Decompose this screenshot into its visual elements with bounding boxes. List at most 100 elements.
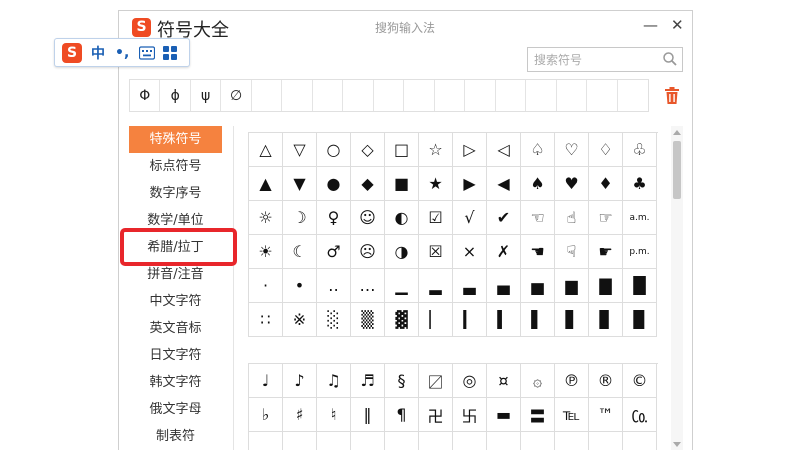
symbol-cell[interactable]: ∷: [249, 303, 283, 337]
category-item[interactable]: 特殊符号: [129, 126, 222, 153]
symbol-cell[interactable]: √: [453, 201, 487, 235]
minimize-button[interactable]: —: [643, 16, 658, 34]
symbol-cell[interactable]: ¶: [385, 398, 419, 432]
symbol-cell[interactable]: ◁: [487, 133, 521, 167]
symbol-cell[interactable]: ☺: [351, 201, 385, 235]
symbol-cell[interactable]: ☜: [521, 201, 555, 235]
symbol-cell[interactable]: ¤: [487, 364, 521, 398]
symbol-cell[interactable]: ▍: [487, 303, 521, 337]
symbol-cell[interactable]: ▌: [521, 303, 555, 337]
ime-punctuation-toggle[interactable]: •,: [115, 45, 129, 61]
recent-symbol-cell[interactable]: [252, 80, 283, 111]
recent-symbol-cell[interactable]: [435, 80, 466, 111]
symbol-cell[interactable]: ♪: [283, 364, 317, 398]
symbol-cell[interactable]: [385, 432, 419, 450]
symbol-cell[interactable]: △: [249, 133, 283, 167]
symbol-cell[interactable]: ♤: [521, 133, 555, 167]
symbol-cell[interactable]: ♣: [623, 167, 657, 201]
symbol-cell[interactable]: ※: [283, 303, 317, 337]
symbol-cell[interactable]: ★: [419, 167, 453, 201]
symbol-cell[interactable]: ◀: [487, 167, 521, 201]
symbol-cell[interactable]: ☼: [249, 201, 283, 235]
grid-icon[interactable]: [163, 45, 178, 60]
symbol-cell[interactable]: ♥: [555, 167, 589, 201]
symbol-cell[interactable]: ▶: [453, 167, 487, 201]
symbol-cell[interactable]: [487, 432, 521, 450]
recent-symbol-cell[interactable]: [587, 80, 618, 111]
symbol-cell[interactable]: [351, 432, 385, 450]
symbol-cell[interactable]: ♫: [317, 364, 351, 398]
symbol-cell[interactable]: ☚: [521, 235, 555, 269]
category-item[interactable]: 制表符: [129, 423, 222, 450]
symbol-cell[interactable]: ▄: [487, 269, 521, 303]
symbol-cell[interactable]: ■: [385, 167, 419, 201]
trash-icon[interactable]: [664, 87, 680, 105]
symbol-cell[interactable]: ░: [317, 303, 351, 337]
symbol-cell[interactable]: ☛: [589, 235, 623, 269]
symbol-cell[interactable]: ☞: [589, 201, 623, 235]
symbol-cell[interactable]: ©: [623, 364, 657, 398]
symbol-cell[interactable]: ♀: [317, 201, 351, 235]
symbol-cell[interactable]: ♮: [317, 398, 351, 432]
symbol-cell[interactable]: ▎: [453, 303, 487, 337]
symbol-cell[interactable]: [453, 432, 487, 450]
symbol-cell[interactable]: ☟: [555, 235, 589, 269]
recent-symbol-cell[interactable]: [557, 80, 588, 111]
symbol-cell[interactable]: ☹: [351, 235, 385, 269]
symbol-cell[interactable]: 〓: [521, 398, 555, 432]
symbol-cell[interactable]: ▲: [249, 167, 283, 201]
symbol-cell[interactable]: ♯: [283, 398, 317, 432]
symbol-cell[interactable]: ▋: [555, 303, 589, 337]
symbol-cell[interactable]: [589, 432, 623, 450]
symbol-cell[interactable]: ▷: [453, 133, 487, 167]
scroll-thumb[interactable]: [673, 141, 681, 199]
symbol-cell[interactable]: ◑: [385, 235, 419, 269]
recent-symbol-cell[interactable]: [404, 80, 435, 111]
symbol-cell[interactable]: [521, 432, 555, 450]
symbol-cell[interactable]: [419, 432, 453, 450]
symbol-cell[interactable]: ℗: [555, 364, 589, 398]
symbol-cell[interactable]: ▼: [283, 167, 317, 201]
symbol-cell[interactable]: ♧: [623, 133, 657, 167]
symbol-cell[interactable]: ▏: [419, 303, 453, 337]
symbol-cell[interactable]: ℡: [555, 398, 589, 432]
symbol-cell[interactable]: ♩: [249, 364, 283, 398]
symbol-cell[interactable]: §: [385, 364, 419, 398]
ime-language-toggle[interactable]: 中: [91, 43, 105, 63]
symbol-cell[interactable]: ☝: [555, 201, 589, 235]
symbol-cell[interactable]: [283, 432, 317, 450]
symbol-cell[interactable]: ▅: [521, 269, 555, 303]
symbol-cell[interactable]: ×: [453, 235, 487, 269]
recent-symbol-cell[interactable]: [526, 80, 557, 111]
symbol-cell[interactable]: ♡: [555, 133, 589, 167]
symbol-cell[interactable]: ☆: [419, 133, 453, 167]
symbol-cell[interactable]: ▇: [589, 269, 623, 303]
symbol-cell[interactable]: ®: [589, 364, 623, 398]
symbol-cell[interactable]: ۞: [521, 364, 555, 398]
symbol-cell[interactable]: ▊: [589, 303, 623, 337]
recent-symbol-cell[interactable]: Φ: [130, 80, 161, 111]
symbol-cell[interactable]: ◎: [453, 364, 487, 398]
category-item[interactable]: 中文字符: [129, 288, 222, 315]
symbol-cell[interactable]: ▓: [385, 303, 419, 337]
symbol-cell[interactable]: ·: [249, 269, 283, 303]
symbol-cell[interactable]: ✗: [487, 235, 521, 269]
symbol-cell[interactable]: ♢: [589, 133, 623, 167]
category-item[interactable]: 标点符号: [129, 153, 222, 180]
symbol-cell[interactable]: 〼: [419, 364, 453, 398]
symbol-cell[interactable]: ◆: [351, 167, 385, 201]
symbol-cell[interactable]: ◐: [385, 201, 419, 235]
symbol-cell[interactable]: ▉: [623, 303, 657, 337]
symbol-cell[interactable]: ☑: [419, 201, 453, 235]
symbol-cell[interactable]: •: [283, 269, 317, 303]
symbol-cell[interactable]: ▃: [453, 269, 487, 303]
category-item[interactable]: 俄文字母: [129, 396, 222, 423]
symbol-cell[interactable]: ▒: [351, 303, 385, 337]
symbol-cell[interactable]: ™: [589, 398, 623, 432]
symbol-cell[interactable]: 卐: [453, 398, 487, 432]
scrollbar[interactable]: [671, 126, 683, 450]
keyboard-icon[interactable]: [139, 45, 156, 60]
symbol-cell[interactable]: ▆: [555, 269, 589, 303]
symbol-cell[interactable]: ♂: [317, 235, 351, 269]
symbol-cell[interactable]: ▬: [487, 398, 521, 432]
